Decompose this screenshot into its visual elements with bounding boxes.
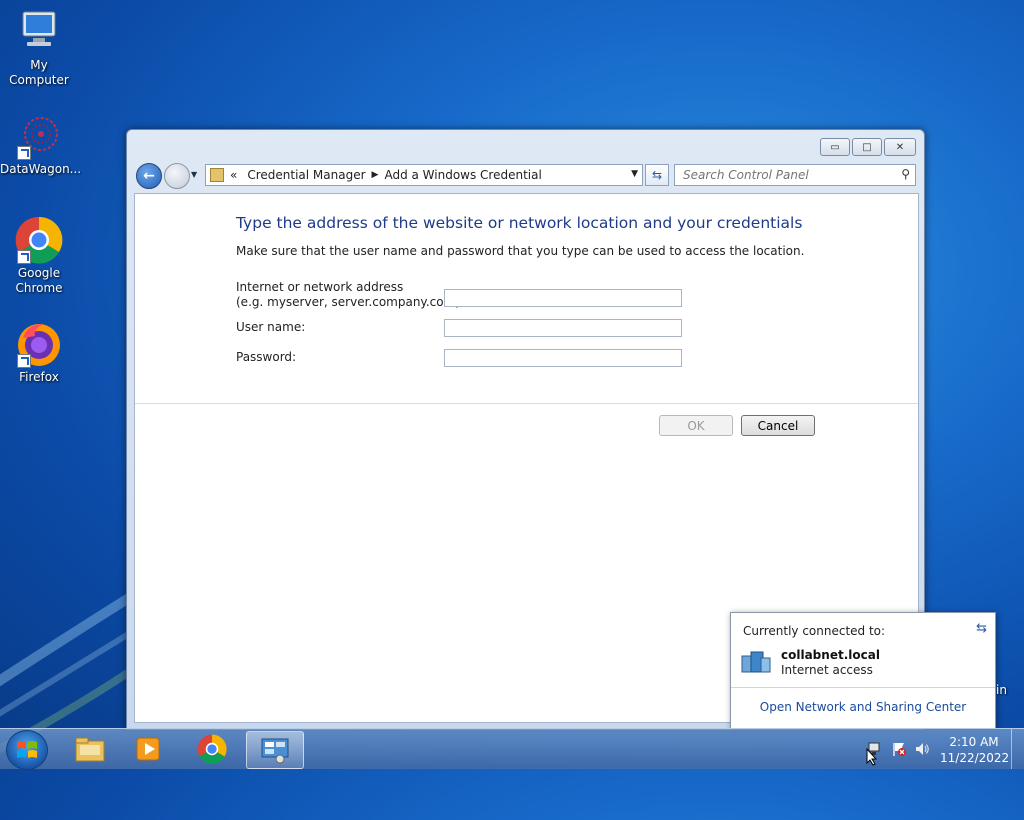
desktop-icon-label: Google Chrome bbox=[15, 266, 63, 295]
page-instructions: Make sure that the user name and passwor… bbox=[236, 244, 805, 258]
media-player-icon bbox=[136, 737, 160, 761]
refresh-connections-icon[interactable]: ⇆ bbox=[976, 621, 987, 636]
minimize-button[interactable]: ▭ bbox=[820, 138, 850, 156]
window-controls: ▭ □ ✕ bbox=[820, 138, 916, 156]
refresh-icon: ⇆ bbox=[651, 168, 663, 182]
desktop-icon-datawagon[interactable]: DataWagon... bbox=[0, 112, 82, 177]
address-bar[interactable]: « Credential Manager ▶ Add a Windows Cre… bbox=[205, 164, 643, 186]
computer-icon bbox=[15, 8, 63, 56]
address-label: Internet or network address (e.g. myserv… bbox=[236, 280, 464, 310]
ok-button[interactable]: OK bbox=[659, 415, 733, 436]
start-button[interactable] bbox=[6, 730, 48, 770]
chrome-icon bbox=[15, 216, 63, 264]
network-domain-icon bbox=[741, 651, 771, 673]
clock-date: 11/22/2022 bbox=[940, 751, 1010, 765]
mouse-cursor-icon bbox=[866, 748, 878, 766]
username-label: User name: bbox=[236, 320, 306, 334]
address-dropdown-icon[interactable]: ▼ bbox=[631, 169, 638, 179]
breadcrumb-overflow[interactable]: « bbox=[230, 168, 237, 182]
flyout-title: Currently connected to: bbox=[743, 624, 886, 638]
folder-icon bbox=[75, 737, 105, 762]
search-input[interactable] bbox=[681, 165, 895, 185]
volume-icon[interactable] bbox=[914, 741, 930, 757]
clock-time: 2:10 AM bbox=[949, 735, 999, 749]
show-desktop-button[interactable] bbox=[1011, 729, 1024, 769]
windows-logo-icon bbox=[17, 741, 37, 758]
firefox-icon bbox=[15, 320, 63, 368]
taskbar-explorer[interactable] bbox=[62, 731, 118, 767]
navigation-bar: ← ▼ « Credential Manager ▶ Add a Windows… bbox=[135, 162, 916, 189]
minimize-icon: ▭ bbox=[830, 141, 840, 153]
username-field[interactable] bbox=[444, 319, 682, 337]
action-center-flag-icon[interactable] bbox=[891, 741, 907, 757]
control-panel-icon bbox=[261, 738, 289, 764]
recent-pages-dropdown[interactable]: ▼ bbox=[191, 170, 197, 179]
cancel-button[interactable]: Cancel bbox=[741, 415, 815, 436]
maximize-button[interactable]: □ bbox=[852, 138, 882, 156]
datawagon-icon bbox=[15, 112, 63, 160]
address-label-line-1: Internet or network address bbox=[236, 280, 404, 294]
page-heading: Type the address of the website or netwo… bbox=[236, 214, 803, 232]
taskbar-chrome[interactable] bbox=[184, 731, 240, 767]
shortcut-arrow-icon bbox=[17, 250, 31, 264]
desktop-icon-my-computer[interactable]: My Computer bbox=[0, 8, 78, 88]
maximize-icon: □ bbox=[862, 141, 872, 153]
shortcut-arrow-icon bbox=[17, 354, 31, 368]
refresh-button[interactable]: ⇆ bbox=[645, 164, 669, 186]
flyout-divider bbox=[731, 687, 995, 688]
chrome-icon bbox=[197, 734, 227, 764]
search-box[interactable]: ⚲ bbox=[674, 164, 916, 186]
address-label-line-2: (e.g. myserver, server.company.com): bbox=[236, 295, 464, 309]
desktop-icon-firefox[interactable]: Firefox bbox=[0, 320, 78, 385]
partial-desktop-label: in bbox=[996, 683, 1007, 697]
network-status: Internet access bbox=[781, 663, 873, 677]
taskbar-control-panel[interactable] bbox=[246, 731, 304, 769]
network-name: collabnet.local bbox=[781, 648, 880, 662]
desktop-icon-label: DataWagon... bbox=[0, 162, 82, 176]
close-icon: ✕ bbox=[895, 141, 905, 153]
back-button[interactable]: ← bbox=[136, 163, 162, 189]
network-address-field[interactable] bbox=[444, 289, 682, 307]
shortcut-arrow-icon bbox=[17, 146, 31, 160]
back-arrow-icon: ← bbox=[143, 168, 155, 184]
password-field[interactable] bbox=[444, 349, 682, 367]
taskbar-media-player[interactable] bbox=[120, 731, 176, 767]
desktop-icon-label: My Computer bbox=[9, 58, 69, 87]
network-flyout: Currently connected to: ⇆ collabnet.loca… bbox=[730, 612, 996, 729]
password-label: Password: bbox=[236, 350, 297, 364]
system-clock[interactable]: 2:10 AM 11/22/2022 bbox=[940, 734, 1010, 766]
desktop-icon-google-chrome[interactable]: Google Chrome bbox=[0, 216, 78, 296]
control-panel-icon bbox=[210, 168, 224, 182]
breadcrumb-separator-icon[interactable]: ▶ bbox=[372, 170, 379, 180]
breadcrumb-add-windows-credential[interactable]: Add a Windows Credential bbox=[384, 168, 541, 182]
divider bbox=[135, 403, 918, 404]
forward-button[interactable] bbox=[164, 163, 190, 189]
open-network-sharing-center-link[interactable]: Open Network and Sharing Center bbox=[731, 700, 995, 714]
search-icon[interactable]: ⚲ bbox=[901, 167, 910, 181]
close-button[interactable]: ✕ bbox=[884, 138, 916, 156]
desktop-icon-label: Firefox bbox=[19, 370, 59, 384]
breadcrumb-credential-manager[interactable]: Credential Manager bbox=[247, 168, 365, 182]
